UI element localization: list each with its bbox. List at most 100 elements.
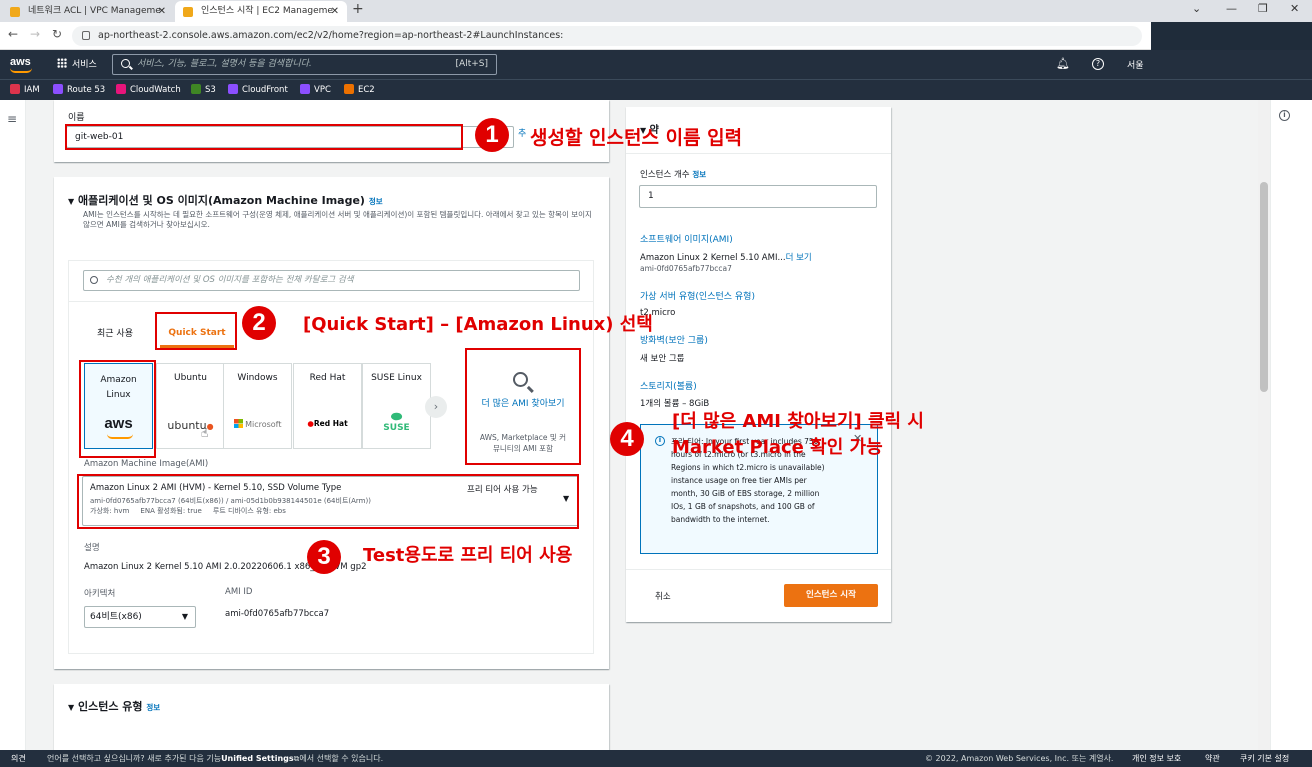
- region-selector[interactable]: 서울: [1127, 58, 1144, 71]
- side-nav-rail: ≡: [0, 100, 26, 750]
- search-shortcut: [Alt+S]: [455, 59, 488, 69]
- bell-icon[interactable]: 🔔︎: [1056, 57, 1070, 70]
- chevron-right-icon[interactable]: ›: [425, 396, 447, 418]
- software-image-label[interactable]: 소프트웨어 이미지(AMI): [640, 232, 733, 245]
- favorite-ec2[interactable]: EC2: [344, 84, 375, 95]
- divider: [626, 153, 891, 154]
- favorite-route53[interactable]: Route 53: [53, 84, 105, 95]
- minimize-icon[interactable]: —: [1226, 2, 1237, 15]
- favorite-vpc[interactable]: VPC: [300, 84, 331, 95]
- info-icon[interactable]: i: [1279, 110, 1290, 121]
- caret-down-icon: ▼: [68, 197, 75, 206]
- address-bar: ← → ↻ ap-northeast-2.console.aws.amazon.…: [0, 22, 1151, 50]
- close-tab-icon[interactable]: ✕: [331, 1, 339, 22]
- unified-settings-link[interactable]: Unified Settings: [221, 754, 294, 763]
- annotation-text-2: [Quick Start] – [Amazon Linux) 선택: [303, 314, 653, 335]
- browser-tab-bar: 네트워크 ACL | VPC Manageme ✕ 인스턴스 시작 | EC2 …: [0, 0, 1312, 22]
- suse-logo-icon: ⬬ SUSE: [383, 410, 410, 433]
- ami-id-value: ami-0fd0765afb77bcca7: [225, 609, 330, 619]
- server-type-label[interactable]: 가상 서버 유형(인스턴스 유형): [640, 289, 755, 302]
- language-notice: 언어를 선택하고 싶으십니까? 새로 추가된 다음 기능Unified Sett…: [47, 754, 384, 763]
- favorite-iam[interactable]: IAM: [10, 84, 40, 95]
- cloudwatch-icon: [116, 84, 126, 94]
- vpc-icon: [300, 84, 310, 94]
- reload-icon[interactable]: ↻: [52, 27, 62, 41]
- desc-label: 설명: [84, 543, 100, 553]
- browser-tab-ec2[interactable]: 인스턴스 시작 | EC2 Manageme ✕: [175, 1, 347, 22]
- url-field[interactable]: ap-northeast-2.console.aws.amazon.com/ec…: [72, 26, 1142, 46]
- tile-label: Red Hat: [309, 373, 346, 383]
- cursor-hand-icon: ☝: [201, 426, 209, 440]
- browser-tab-vpc[interactable]: 네트워크 ACL | VPC Manageme ✕: [2, 1, 174, 22]
- cookie-link[interactable]: 쿠키 기본 설정: [1240, 750, 1289, 767]
- aws-logo[interactable]: aws: [10, 56, 32, 73]
- aws-smile-icon: [10, 68, 32, 73]
- instance-type-title: 인스턴스 유형: [78, 700, 143, 713]
- annotation-text-4-line2: Market Place 확인 가능: [672, 437, 883, 458]
- favorite-s3[interactable]: S3: [191, 84, 216, 95]
- ami-section-header[interactable]: ▼ 애플리케이션 및 OS 이미지(Amazon Machine Image) …: [68, 192, 383, 208]
- annotation-box-ami: [77, 474, 579, 529]
- instance-type-panel: ▼ 인스턴스 유형 정보: [54, 684, 609, 750]
- instance-type-header[interactable]: ▼ 인스턴스 유형 정보: [68, 698, 160, 714]
- storage-label[interactable]: 스토리지(볼륨): [640, 379, 697, 392]
- console-footer: 의견 언어를 선택하고 싶으십니까? 새로 추가된 다음 기능Unified S…: [0, 750, 1312, 767]
- scrollbar[interactable]: [1258, 100, 1270, 750]
- annotation-badge-4: 4: [610, 422, 644, 456]
- search-icon: [90, 276, 98, 284]
- window-edge: [1151, 22, 1312, 50]
- terms-link[interactable]: 약관: [1205, 750, 1220, 767]
- favorite-cloudfront[interactable]: CloudFront: [228, 84, 288, 95]
- tile-red-hat[interactable]: Red Hat ●Red Hat: [293, 363, 362, 449]
- ami-info-link[interactable]: 정보: [369, 197, 383, 206]
- iam-icon: [10, 84, 20, 94]
- caret-down-icon: ▼: [181, 612, 188, 621]
- instance-count-input[interactable]: 1: [639, 185, 877, 208]
- aws-favicon-icon: [10, 7, 20, 17]
- new-tab-button[interactable]: +: [352, 1, 364, 17]
- add-tag-link[interactable]: 추: [518, 126, 526, 139]
- count-info-link[interactable]: 정보: [692, 170, 706, 179]
- info-icon: i: [655, 436, 665, 446]
- s3-icon: [191, 84, 201, 94]
- annotation-box-browse-more: [465, 348, 581, 465]
- tab-title: 인스턴스 시작 | EC2 Manageme: [201, 6, 333, 16]
- services-menu-button[interactable]: 서비스: [57, 57, 97, 70]
- close-tab-icon[interactable]: ✕: [158, 1, 166, 22]
- maximize-icon[interactable]: ❐: [1258, 2, 1268, 15]
- tile-ubuntu[interactable]: Ubuntu ubuntu● ☝: [156, 363, 225, 449]
- instance-type-info-link[interactable]: 정보: [146, 703, 160, 712]
- divider: [626, 569, 891, 570]
- close-window-icon[interactable]: ✕: [1290, 2, 1299, 15]
- help-icon[interactable]: ?: [1092, 58, 1104, 70]
- back-icon[interactable]: ←: [8, 27, 18, 41]
- annotation-text-3: Test용도로 프리 티어 사용: [363, 545, 573, 566]
- chevron-down-icon[interactable]: ⌄: [1192, 2, 1201, 15]
- forward-icon[interactable]: →: [30, 27, 40, 41]
- launch-instance-button[interactable]: 인스턴스 시작: [784, 584, 878, 607]
- help-panel-rail: i: [1270, 100, 1312, 750]
- tab-recent[interactable]: 최근 사용: [97, 326, 133, 339]
- tile-windows[interactable]: Windows Microsoft: [223, 363, 292, 449]
- route53-icon: [53, 84, 63, 94]
- ami-catalog-search-input[interactable]: 수천 개의 애플리케이션 및 OS 이미지를 포함하는 전체 카탈로그 검색: [83, 270, 580, 291]
- tile-suse[interactable]: SUSE Linux ⬬ SUSE: [362, 363, 431, 449]
- ubuntu-logo-icon: ubuntu●: [167, 419, 214, 432]
- aws-top-nav: aws 서비스 서비스, 기능, 블로그, 설명서 등을 검색합니다. [Alt…: [0, 50, 1312, 79]
- arch-select[interactable]: 64비트(x86) ▼: [84, 606, 196, 628]
- software-image-value: Amazon Linux 2 Kernel 5.10 AMI...더 보기: [640, 253, 812, 263]
- scrollbar-thumb[interactable]: [1260, 182, 1268, 392]
- annotation-badge-2: 2: [242, 306, 276, 340]
- summary-panel: ▼ 약 인스턴스 개수 정보 1 소프트웨어 이미지(AMI) Amazon L…: [626, 107, 891, 622]
- global-search-input[interactable]: 서비스, 기능, 블로그, 설명서 등을 검색합니다. [Alt+S]: [112, 54, 497, 75]
- privacy-link[interactable]: 개인 정보 보호: [1132, 750, 1181, 767]
- cancel-button[interactable]: 취소: [655, 590, 671, 602]
- feedback-link[interactable]: 의견: [11, 750, 26, 767]
- more-link[interactable]: 더 보기: [786, 253, 812, 263]
- tile-label: Ubuntu: [174, 373, 207, 383]
- ec2-icon: [344, 84, 354, 94]
- menu-icon[interactable]: ≡: [7, 112, 17, 126]
- favorite-cloudwatch[interactable]: CloudWatch: [116, 84, 181, 95]
- tab-title: 네트워크 ACL | VPC Manageme: [28, 6, 161, 16]
- annotation-box-amazon-linux: [79, 360, 156, 458]
